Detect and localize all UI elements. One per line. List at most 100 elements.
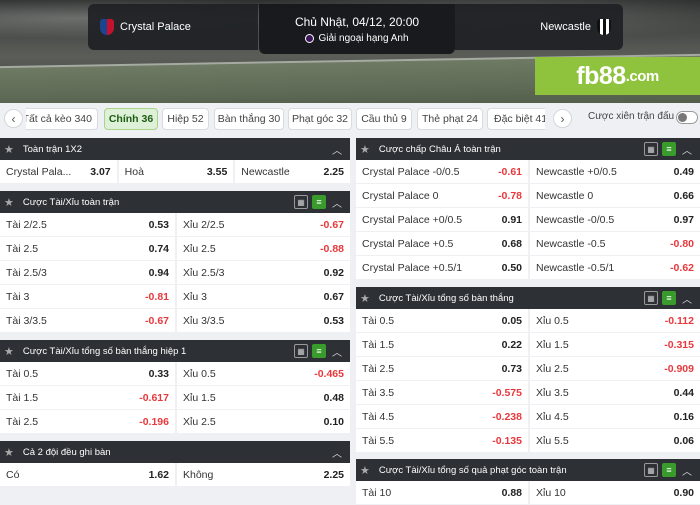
odds-cell[interactable]: Newcastle -0/0.5 0.97 bbox=[528, 208, 700, 232]
grid-view-icon[interactable]: ▦ bbox=[294, 344, 308, 358]
odds-cell[interactable]: Tài 1.5 -0.617 bbox=[0, 386, 175, 410]
odds-value: -0.135 bbox=[492, 435, 522, 447]
odds-cell[interactable]: Tài 2/2.5 0.53 bbox=[0, 213, 175, 237]
panel-header[interactable]: ★ Cược Tài/Xỉu tổng số quả phạt góc toàn … bbox=[356, 459, 700, 481]
chevron-up-icon[interactable]: ︿ bbox=[330, 344, 344, 359]
odds-cell[interactable]: Tài 0.5 0.05 bbox=[356, 309, 528, 333]
odds-cell[interactable]: Newcastle -0.5/1 -0.62 bbox=[528, 256, 700, 280]
chevron-up-icon[interactable]: ︿ bbox=[680, 463, 694, 478]
chevron-up-icon[interactable]: ︿ bbox=[680, 291, 694, 306]
parlay-label: Cược xiên trận đấu bbox=[588, 111, 675, 122]
tab-main[interactable]: Chính 36 bbox=[104, 108, 158, 130]
odds-cell[interactable]: Xỉu 10 0.90 bbox=[528, 481, 700, 505]
odds-cell[interactable]: Crystal Pala... 3.07 bbox=[0, 160, 117, 184]
list-view-icon[interactable]: ≡ bbox=[312, 195, 326, 209]
odds-cell[interactable]: Tài 2.5 0.74 bbox=[0, 237, 175, 261]
odds-cell[interactable]: Tài 1.5 0.22 bbox=[356, 333, 528, 357]
panel-header[interactable]: ★ Cược chấp Châu Á toàn trận ▦ ≡ ︿ bbox=[356, 138, 700, 160]
odds-cell[interactable]: Newcastle 0 0.66 bbox=[528, 184, 700, 208]
tab-cards[interactable]: Thẻ phạt 24 bbox=[417, 108, 483, 130]
odds-row: Crystal Palace +0.5/1 0.50 Newcastle -0.5/… bbox=[356, 256, 700, 280]
star-icon[interactable]: ★ bbox=[360, 464, 370, 477]
parlay-toggle[interactable] bbox=[676, 111, 698, 124]
list-view-icon[interactable]: ≡ bbox=[662, 291, 676, 305]
odds-cell[interactable]: Hoà 3.55 bbox=[116, 160, 234, 184]
grid-view-icon[interactable]: ▦ bbox=[644, 463, 658, 477]
panel-header[interactable]: ★ Cược Tài/Xỉu tổng số bàn thắng ▦ ≡ ︿ bbox=[356, 287, 700, 309]
grid-view-icon[interactable]: ▦ bbox=[294, 195, 308, 209]
tab-corners[interactable]: Phạt góc 32 bbox=[288, 108, 352, 130]
odds-cell[interactable]: Crystal Palace 0 -0.78 bbox=[356, 184, 528, 208]
odds-cell[interactable]: Tài 3 -0.81 bbox=[0, 285, 175, 309]
odds-cell[interactable]: Newcastle +0/0.5 0.49 bbox=[528, 160, 700, 184]
star-icon[interactable]: ★ bbox=[4, 345, 14, 358]
odds-cell[interactable]: Không 2.25 bbox=[175, 463, 350, 487]
odds-cell[interactable]: Xỉu 2.5 0.10 bbox=[175, 410, 350, 434]
panel-header[interactable]: ★ Cược Tài/Xỉu toàn trận ▦ ≡ ︿ bbox=[0, 191, 350, 213]
odds-cell[interactable]: Crystal Palace -0/0.5 -0.61 bbox=[356, 160, 528, 184]
odds-row: Tài 3.5 -0.575 Xỉu 3.5 0.44 bbox=[356, 381, 700, 405]
list-view-icon[interactable]: ≡ bbox=[662, 142, 676, 156]
panel-header[interactable]: ★ Cả 2 đội đều ghi bàn ︿ bbox=[0, 441, 350, 463]
tab-goals[interactable]: Bàn thắng 30 bbox=[214, 108, 284, 130]
brand-logo[interactable]: fb88 .com bbox=[535, 57, 700, 95]
panel-header[interactable]: ★ Toàn trận 1X2 ︿ bbox=[0, 138, 350, 160]
tab-half[interactable]: Hiệp 52 bbox=[162, 108, 209, 130]
tab-special[interactable]: Đặc biệt 41 bbox=[487, 108, 545, 130]
odds-cell[interactable]: Xỉu 3/3.5 0.53 bbox=[175, 309, 350, 333]
chevron-up-icon[interactable]: ︿ bbox=[330, 142, 344, 157]
odds-row: Crystal Palace +0.5 0.68 Newcastle -0.5 -0.… bbox=[356, 232, 700, 256]
tabs-scroll-right-icon[interactable]: › bbox=[553, 109, 572, 128]
chevron-up-icon[interactable]: ︿ bbox=[330, 445, 344, 460]
panel-ou-full: ★ Cược Tài/Xỉu toàn trận ▦ ≡ ︿ Tài 2/2.5 0.53 X… bbox=[0, 191, 350, 333]
odds-value: 0.90 bbox=[673, 487, 694, 499]
odds-cell[interactable]: Xỉu 0.5 -0.465 bbox=[175, 362, 350, 386]
grid-view-icon[interactable]: ▦ bbox=[644, 142, 658, 156]
tabs-scroll-left-icon[interactable]: ‹ bbox=[4, 109, 23, 128]
odds-cell[interactable]: Tài 3.5 -0.575 bbox=[356, 381, 528, 405]
panel-title: Cược Tài/Xỉu tổng số bàn thắng bbox=[378, 292, 514, 304]
odds-cell[interactable]: Xỉu 3 0.67 bbox=[175, 285, 350, 309]
star-icon[interactable]: ★ bbox=[360, 143, 370, 156]
odds-cell[interactable]: Tài 5.5 -0.135 bbox=[356, 429, 528, 453]
odds-cell[interactable]: Xỉu 0.5 -0.112 bbox=[528, 309, 700, 333]
star-icon[interactable]: ★ bbox=[4, 143, 14, 156]
odds-value: 3.55 bbox=[206, 166, 228, 178]
odds-cell[interactable]: Xỉu 3.5 0.44 bbox=[528, 381, 700, 405]
odds-cell[interactable]: Xỉu 5.5 0.06 bbox=[528, 429, 700, 453]
odds-cell[interactable]: Crystal Palace +0.5 0.68 bbox=[356, 232, 528, 256]
list-view-icon[interactable]: ≡ bbox=[312, 344, 326, 358]
chevron-up-icon[interactable]: ︿ bbox=[680, 142, 694, 157]
odds-cell[interactable]: Tài 2.5/3 0.94 bbox=[0, 261, 175, 285]
odds-cell[interactable]: Xỉu 4.5 0.16 bbox=[528, 405, 700, 429]
odds-cell[interactable]: Xỉu 2.5 -0.909 bbox=[528, 357, 700, 381]
odds-cell[interactable]: Newcastle 2.25 bbox=[233, 160, 350, 184]
odds-cell[interactable]: Tài 10 0.88 bbox=[356, 481, 528, 505]
star-icon[interactable]: ★ bbox=[4, 196, 14, 209]
odds-cell[interactable]: Xỉu 2/2.5 -0.67 bbox=[175, 213, 350, 237]
chevron-up-icon[interactable]: ︿ bbox=[330, 195, 344, 210]
star-icon[interactable]: ★ bbox=[360, 292, 370, 305]
odds-cell[interactable]: Tài 4.5 -0.238 bbox=[356, 405, 528, 429]
star-icon[interactable]: ★ bbox=[4, 446, 14, 459]
odds-cell[interactable]: Crystal Palace +0.5/1 0.50 bbox=[356, 256, 528, 280]
odds-label: Xỉu 1.5 bbox=[536, 339, 569, 351]
odds-cell[interactable]: Xỉu 1.5 0.48 bbox=[175, 386, 350, 410]
tab-all[interactable]: Tất cả kèo 340 bbox=[26, 108, 98, 130]
odds-cell[interactable]: Tài 2.5 -0.196 bbox=[0, 410, 175, 434]
list-view-icon[interactable]: ≡ bbox=[662, 463, 676, 477]
panel-title: Cược Tài/Xỉu tổng số quả phạt góc toàn t… bbox=[378, 464, 567, 476]
odds-value: -0.196 bbox=[139, 416, 169, 428]
odds-cell[interactable]: Newcastle -0.5 -0.80 bbox=[528, 232, 700, 256]
panel-header[interactable]: ★ Cược Tài/Xỉu tổng số bàn thắng hiệp 1 ▦ ≡… bbox=[0, 340, 350, 362]
odds-cell[interactable]: Xỉu 2.5/3 0.92 bbox=[175, 261, 350, 285]
odds-cell[interactable]: Crystal Palace +0/0.5 0.91 bbox=[356, 208, 528, 232]
odds-cell[interactable]: Xỉu 2.5 -0.88 bbox=[175, 237, 350, 261]
odds-cell[interactable]: Tài 3/3.5 -0.67 bbox=[0, 309, 175, 333]
tab-players[interactable]: Cầu thủ 9 bbox=[356, 108, 412, 130]
odds-cell[interactable]: Tài 0.5 0.33 bbox=[0, 362, 175, 386]
odds-cell[interactable]: Có 1.62 bbox=[0, 463, 175, 487]
grid-view-icon[interactable]: ▦ bbox=[644, 291, 658, 305]
odds-cell[interactable]: Tài 2.5 0.73 bbox=[356, 357, 528, 381]
odds-cell[interactable]: Xỉu 1.5 -0.315 bbox=[528, 333, 700, 357]
